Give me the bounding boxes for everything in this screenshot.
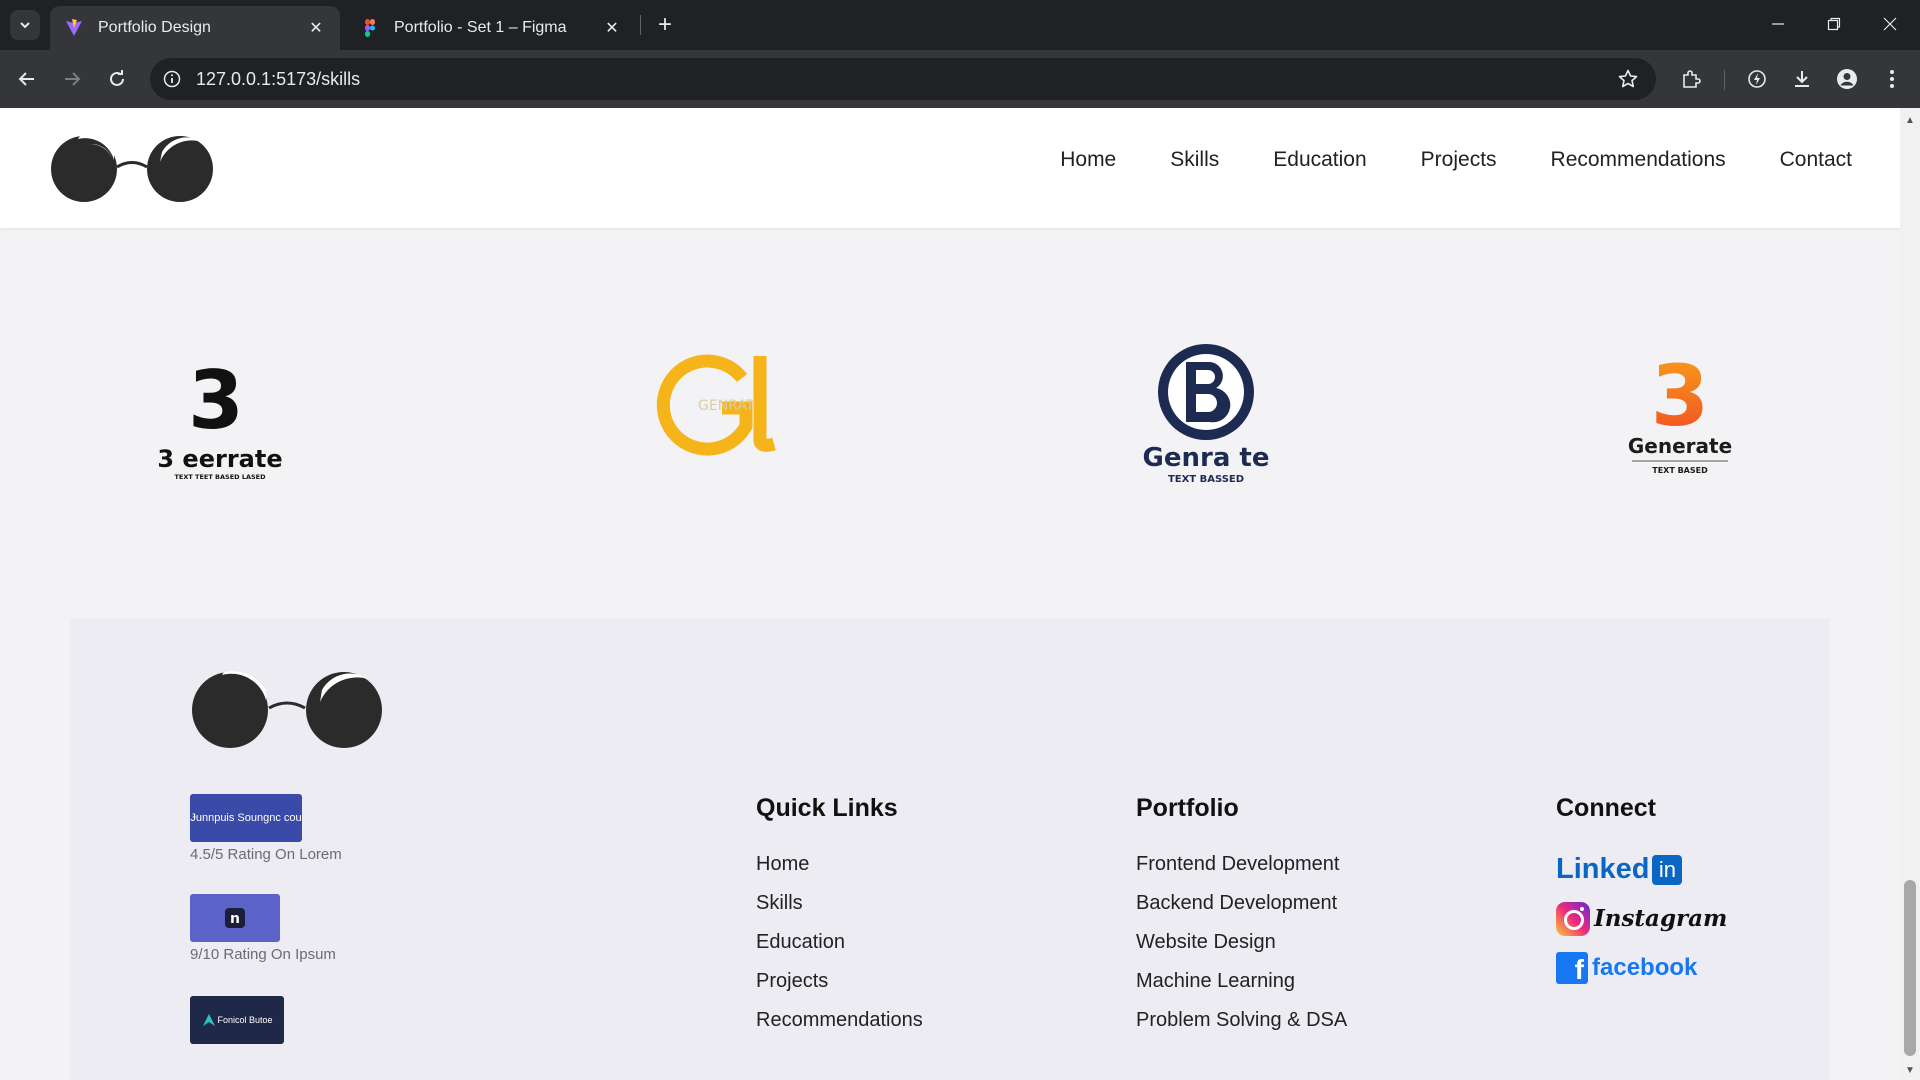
window-close-icon[interactable] bbox=[1870, 8, 1910, 40]
footer-portfolio: Portfolio Frontend Development Backend D… bbox=[1136, 794, 1347, 1040]
rating-text: 9/10 Rating On Ipsum bbox=[190, 946, 336, 963]
nav-contact[interactable]: Contact bbox=[1780, 148, 1852, 172]
brand-glyph: 3 bbox=[1651, 353, 1709, 445]
brand-logo-genra-te: Genra te TEXT BASSED bbox=[1143, 344, 1270, 485]
portfolio-link-backend[interactable]: Backend Development bbox=[1136, 884, 1347, 923]
footer-link-home[interactable]: Home bbox=[756, 845, 923, 884]
kebab-menu-icon[interactable] bbox=[1877, 64, 1907, 94]
close-icon[interactable]: ✕ bbox=[602, 18, 622, 38]
brand-name: Generate bbox=[1628, 434, 1732, 458]
browser-toolbar: 127.0.0.1:5173/skills bbox=[0, 50, 1920, 108]
linkedin-wordmark: Linked bbox=[1556, 853, 1650, 885]
footer-connect: Connect Linked in Instagram f facebook bbox=[1556, 794, 1727, 992]
tab-title: Portfolio - Set 1 – Figma bbox=[394, 19, 567, 36]
close-icon[interactable]: ✕ bbox=[306, 18, 326, 38]
main-nav: Home Skills Education Projects Recommend… bbox=[1060, 148, 1852, 172]
site-footer: Ɉunnpuis Soungnc cou 4.5/5 Rating On Lor… bbox=[70, 618, 1830, 1080]
badge-label: Fonicol Butoe bbox=[217, 1015, 273, 1025]
rating-badge-ipsum[interactable]: n bbox=[190, 894, 280, 942]
brand-tagline: TEXT BASED bbox=[1652, 466, 1708, 475]
download-icon[interactable] bbox=[1787, 64, 1817, 94]
chevron-down-icon bbox=[20, 22, 30, 29]
brand-tagline: TEXT TEET BASED LASED bbox=[174, 473, 266, 481]
rating-badge-third[interactable]: Fonicol Butoe bbox=[190, 996, 284, 1044]
nav-skills[interactable]: Skills bbox=[1170, 148, 1219, 172]
browser-tab-bar: Portfolio Design ✕ Portfolio - Set 1 – F… bbox=[0, 0, 1920, 50]
nav-projects[interactable]: Projects bbox=[1421, 148, 1497, 172]
facebook-icon: f bbox=[1556, 951, 1588, 984]
reload-icon[interactable] bbox=[102, 64, 132, 94]
extensions-puzzle-icon[interactable] bbox=[1676, 64, 1706, 94]
profile-avatar-icon[interactable] bbox=[1832, 64, 1862, 94]
vite-favicon-icon bbox=[66, 19, 82, 36]
page-scrollbar[interactable]: ▲ ▼ bbox=[1900, 108, 1920, 1080]
linkedin-link[interactable]: Linked in bbox=[1556, 845, 1727, 894]
portfolio-link-website-design[interactable]: Website Design bbox=[1136, 923, 1347, 962]
facebook-link[interactable]: f facebook bbox=[1556, 943, 1727, 992]
rating-block: Fonicol Butoe bbox=[190, 996, 284, 1044]
minimize-icon[interactable] bbox=[1758, 8, 1798, 40]
browser-tab-figma[interactable]: Portfolio - Set 1 – Figma ✕ bbox=[346, 6, 636, 50]
glasses-logo-icon[interactable] bbox=[50, 134, 214, 204]
instagram-wordmark: Instagram bbox=[1594, 905, 1728, 932]
rating-block: n 9/10 Rating On Ipsum bbox=[190, 894, 336, 963]
performance-icon[interactable] bbox=[1742, 64, 1772, 94]
site-header: Home Skills Education Projects Recommend… bbox=[0, 108, 1900, 228]
nav-education[interactable]: Education bbox=[1273, 148, 1366, 172]
brand-tagline: TEXT BASSED bbox=[1168, 474, 1244, 485]
footer-link-recommendations[interactable]: Recommendations bbox=[756, 1001, 923, 1040]
scroll-down-arrow-icon[interactable]: ▼ bbox=[1900, 1062, 1920, 1078]
portfolio-link-frontend[interactable]: Frontend Development bbox=[1136, 845, 1347, 884]
quick-links-title: Quick Links bbox=[756, 794, 898, 822]
toolbar-separator bbox=[1724, 70, 1725, 90]
footer-quick-links: Quick Links Home Skills Education Projec… bbox=[756, 794, 923, 1040]
restore-icon[interactable] bbox=[1814, 8, 1854, 40]
brand-name: GENRAT bbox=[698, 398, 755, 414]
glasses-logo-icon bbox=[192, 671, 382, 748]
rating-badge-lorem[interactable]: Ɉunnpuis Soungnc cou bbox=[190, 794, 302, 842]
figma-favicon-icon bbox=[365, 19, 375, 37]
scroll-thumb[interactable] bbox=[1904, 880, 1916, 1056]
nav-home[interactable]: Home bbox=[1060, 148, 1116, 172]
instagram-link[interactable]: Instagram bbox=[1556, 894, 1727, 943]
scroll-up-arrow-icon[interactable]: ▲ bbox=[1900, 112, 1920, 128]
brand-logo-generate: 3 Generate TEXT BASED bbox=[1628, 353, 1732, 475]
a-logo-icon bbox=[203, 1014, 216, 1026]
connect-title: Connect bbox=[1556, 794, 1656, 822]
n-logo-icon: n bbox=[225, 908, 245, 928]
instagram-icon bbox=[1556, 901, 1590, 936]
bookmark-star-icon[interactable] bbox=[1614, 65, 1642, 93]
badge-letter: n bbox=[230, 911, 240, 927]
portfolio-link-machine-learning[interactable]: Machine Learning bbox=[1136, 962, 1347, 1001]
brand-logo-genrat: GENRAT bbox=[656, 354, 776, 456]
url-text[interactable]: 127.0.0.1:5173/skills bbox=[196, 69, 1614, 90]
footer-link-projects[interactable]: Projects bbox=[756, 962, 923, 1001]
footer-link-skills[interactable]: Skills bbox=[756, 884, 923, 923]
site-info-icon[interactable] bbox=[160, 67, 184, 91]
back-arrow-icon[interactable] bbox=[12, 64, 42, 94]
nav-recommendations[interactable]: Recommendations bbox=[1551, 148, 1726, 172]
brand-name: 3 eerrate bbox=[157, 445, 282, 473]
rating-text: 4.5/5 Rating On Lorem bbox=[190, 846, 342, 863]
linkedin-icon: in bbox=[1652, 854, 1683, 885]
brand-logo-3-eerrate: 3 3 eerrate TEXT TEET BASED LASED bbox=[157, 356, 282, 481]
brand-name: Genra te bbox=[1143, 443, 1270, 473]
portfolio-link-dsa[interactable]: Problem Solving & DSA bbox=[1136, 1001, 1347, 1040]
footer-link-education[interactable]: Education bbox=[756, 923, 923, 962]
page-viewport: Home Skills Education Projects Recommend… bbox=[0, 108, 1900, 1080]
address-bar[interactable]: 127.0.0.1:5173/skills bbox=[150, 58, 1656, 100]
facebook-wordmark: facebook bbox=[1592, 953, 1698, 981]
tab-search-button[interactable] bbox=[10, 10, 40, 40]
tab-title: Portfolio Design bbox=[98, 19, 211, 36]
rating-block: Ɉunnpuis Soungnc cou 4.5/5 Rating On Lor… bbox=[190, 794, 342, 863]
forward-arrow-icon[interactable] bbox=[57, 64, 87, 94]
new-tab-button[interactable]: + bbox=[650, 10, 680, 40]
tab-separator bbox=[640, 15, 641, 35]
browser-tab-portfolio-design[interactable]: Portfolio Design ✕ bbox=[50, 6, 340, 50]
brand-glyph: 3 bbox=[188, 356, 244, 447]
portfolio-title: Portfolio bbox=[1136, 794, 1239, 822]
